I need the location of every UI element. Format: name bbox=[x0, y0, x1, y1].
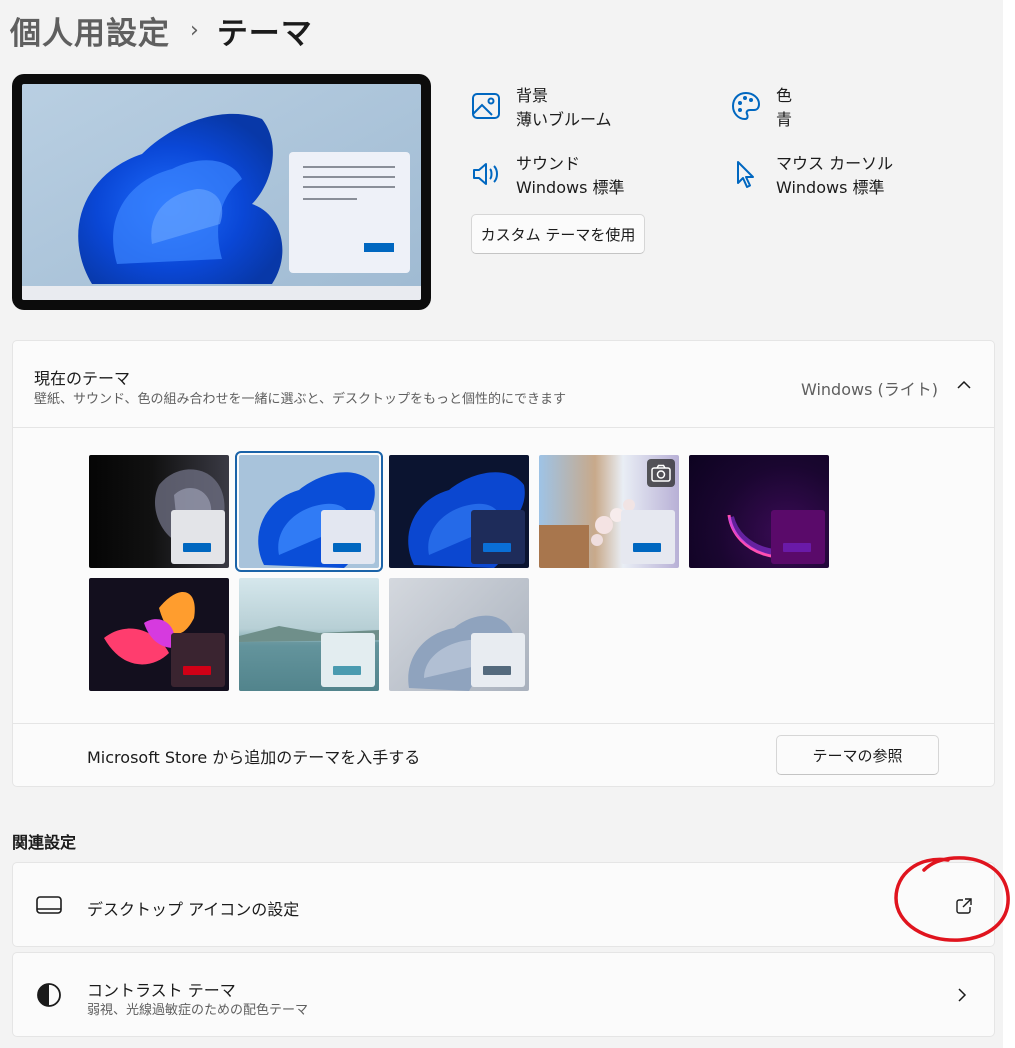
current-theme-value: Windows (ライト) bbox=[801, 380, 938, 399]
cursor-icon bbox=[737, 161, 754, 188]
chevron-up-icon[interactable] bbox=[956, 377, 972, 393]
accent-swatch bbox=[633, 543, 661, 552]
contrast-theme-row[interactable]: コントラスト テーマ 弱視、光線過敏症のための配色テーマ bbox=[12, 952, 995, 1037]
breadcrumb-separator: › bbox=[190, 17, 199, 43]
contrast-theme-title: コントラスト テーマ bbox=[87, 981, 236, 1000]
theme-window-swatch bbox=[171, 633, 225, 687]
accent-swatch bbox=[783, 543, 811, 552]
cursor-value: Windows 標準 bbox=[776, 178, 885, 197]
theme-tile-sunrise[interactable] bbox=[389, 578, 529, 691]
desktop-icon-settings-title: デスクトップ アイコンの設定 bbox=[87, 900, 300, 919]
theme-tile-spotlight[interactable] bbox=[539, 455, 679, 568]
breadcrumb-parent[interactable]: 個人用設定 bbox=[10, 8, 170, 53]
picture-icon bbox=[472, 93, 500, 119]
breadcrumb: 個人用設定 › テーマ bbox=[10, 8, 313, 52]
settings-pane: 個人用設定 › テーマ 背景 薄いブルーム 色 青 サウンド Windows 標… bbox=[0, 0, 1003, 1048]
color-value: 青 bbox=[776, 110, 793, 129]
theme-tile-flow[interactable] bbox=[239, 578, 379, 691]
accent-swatch bbox=[183, 666, 211, 675]
chevron-right-icon bbox=[958, 988, 967, 1002]
store-row: Microsoft Store から追加のテーマを入手する テーマの参照 bbox=[13, 723, 994, 786]
theme-tile-glow[interactable] bbox=[689, 455, 829, 568]
accent-swatch bbox=[333, 543, 361, 552]
current-theme-header[interactable]: 現在のテーマ 壁紙、サウンド、色の組み合わせを一緒に選ぶと、デスクトップをもっと… bbox=[13, 341, 994, 428]
accent-swatch bbox=[333, 666, 361, 675]
browse-themes-button[interactable]: テーマの参照 bbox=[776, 735, 939, 775]
accent-swatch bbox=[483, 543, 511, 552]
theme-window-swatch bbox=[321, 633, 375, 687]
preview-wallpaper bbox=[22, 84, 421, 300]
theme-tile-dark-glow[interactable] bbox=[89, 455, 229, 568]
background-label: 背景 bbox=[516, 86, 549, 105]
accent-swatch bbox=[483, 666, 511, 675]
accent-swatch bbox=[183, 543, 211, 552]
current-theme-subtitle: 壁紙、サウンド、色の組み合わせを一緒に選ぶと、デスクトップをもっと個性的にできま… bbox=[34, 392, 566, 407]
speaker-icon bbox=[473, 163, 498, 185]
related-settings-heading: 関連設定 bbox=[12, 833, 77, 852]
annotation-circle bbox=[894, 856, 1010, 942]
contrast-icon bbox=[37, 983, 61, 1007]
palette-icon bbox=[731, 91, 761, 121]
color-setting[interactable]: 色 青 bbox=[730, 84, 792, 132]
theme-tile-windows-light[interactable] bbox=[235, 451, 383, 572]
background-setting[interactable]: 背景 薄いブルーム bbox=[470, 84, 612, 132]
cursor-setting[interactable]: マウス カーソル Windows 標準 bbox=[730, 152, 893, 200]
use-custom-theme-button[interactable]: カスタム テーマを使用 bbox=[471, 214, 645, 254]
desktop-icon-settings-row[interactable]: デスクトップ アイコンの設定 bbox=[12, 862, 995, 947]
cursor-label: マウス カーソル bbox=[776, 154, 894, 173]
preview-window bbox=[289, 152, 410, 273]
theme-tile-captured-motion[interactable] bbox=[89, 578, 229, 691]
sound-value: Windows 標準 bbox=[516, 178, 625, 197]
camera-icon bbox=[647, 459, 675, 487]
contrast-theme-subtitle: 弱視、光線過敏症のための配色テーマ bbox=[87, 1003, 309, 1018]
current-theme-card: 現在のテーマ 壁紙、サウンド、色の組み合わせを一緒に選ぶと、デスクトップをもっと… bbox=[12, 340, 995, 787]
theme-tile-windows-dark[interactable] bbox=[389, 455, 529, 568]
theme-window-swatch bbox=[471, 633, 525, 687]
theme-window-swatch bbox=[471, 510, 525, 564]
page-title: テーマ bbox=[216, 15, 313, 52]
sound-setting[interactable]: サウンド Windows 標準 bbox=[470, 152, 625, 200]
background-value: 薄いブルーム bbox=[516, 110, 612, 129]
theme-window-swatch bbox=[321, 510, 375, 564]
monitor-icon bbox=[36, 896, 62, 914]
theme-window-swatch bbox=[171, 510, 225, 564]
theme-window-swatch bbox=[771, 510, 825, 564]
current-theme-title: 現在のテーマ bbox=[34, 369, 131, 388]
preview-taskbar bbox=[22, 286, 421, 300]
store-text: Microsoft Store から追加のテーマを入手する bbox=[87, 748, 421, 767]
sound-label: サウンド bbox=[516, 154, 581, 173]
theme-window-swatch bbox=[621, 510, 675, 564]
theme-preview bbox=[12, 74, 431, 310]
color-label: 色 bbox=[776, 86, 793, 105]
